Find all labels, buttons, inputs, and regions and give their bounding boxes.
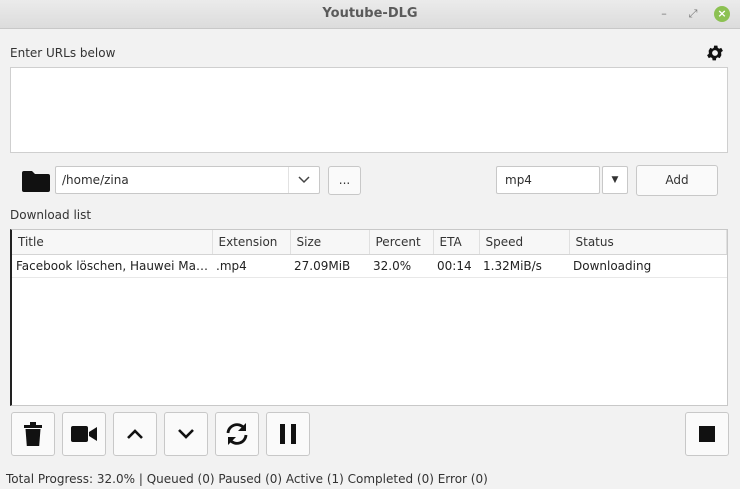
move-up-button[interactable]	[113, 412, 157, 456]
close-icon[interactable]: ×	[714, 6, 730, 22]
folder-icon[interactable]	[22, 170, 50, 192]
pause-button[interactable]	[266, 412, 310, 456]
window-title: Youtube-DLG	[322, 6, 418, 21]
column-percent[interactable]: Percent	[369, 230, 434, 255]
format-value: mp4	[505, 173, 532, 187]
chevron-up-icon	[127, 429, 143, 439]
column-speed[interactable]: Speed	[479, 230, 570, 255]
browse-button[interactable]: ...	[328, 166, 361, 195]
settings-gear-icon[interactable]	[705, 43, 725, 63]
add-button[interactable]: Add	[636, 165, 718, 196]
column-eta[interactable]: ETA	[433, 230, 480, 255]
table-row[interactable]: Facebook löschen, Hauwei Mate ... .mp4 2…	[12, 254, 727, 278]
minimize-icon[interactable]: –	[656, 6, 672, 22]
download-list[interactable]: Title Extension Size Percent ETA Speed S…	[10, 229, 728, 406]
stop-icon	[699, 426, 715, 442]
restore-icon[interactable]: ⤢	[685, 6, 701, 22]
reload-button[interactable]	[215, 412, 259, 456]
play-button[interactable]	[62, 412, 106, 456]
column-extension[interactable]: Extension	[212, 230, 291, 255]
row-size: 27.09MiB	[290, 254, 369, 278]
move-down-button[interactable]	[164, 412, 208, 456]
chevron-down-icon[interactable]	[288, 167, 319, 193]
save-path-value: /home/zina	[62, 173, 129, 187]
status-bar: Total Progress: 32.0% | Queued (0) Pause…	[6, 472, 488, 486]
video-camera-icon	[71, 426, 97, 442]
list-header: Title Extension Size Percent ETA Speed S…	[12, 230, 727, 255]
row-speed: 1.32MiB/s	[479, 254, 569, 278]
urls-label: Enter URLs below	[10, 46, 116, 60]
pause-icon	[280, 424, 296, 444]
save-path-combobox[interactable]: /home/zina	[55, 166, 320, 194]
delete-button[interactable]	[11, 412, 55, 456]
format-dropdown-arrow-icon[interactable]: ▼	[602, 166, 628, 194]
column-status[interactable]: Status	[569, 230, 727, 255]
title-bar: Youtube-DLG – ⤢ ×	[0, 0, 740, 29]
format-combobox[interactable]: mp4	[496, 166, 600, 194]
column-size[interactable]: Size	[290, 230, 370, 255]
row-extension: .mp4	[212, 254, 290, 278]
download-list-label: Download list	[10, 208, 92, 222]
row-eta: 00:14	[433, 254, 479, 278]
row-title: Facebook löschen, Hauwei Mate ...	[12, 254, 212, 278]
column-title[interactable]: Title	[12, 230, 213, 255]
trash-icon	[24, 422, 42, 446]
row-percent: 32.0%	[369, 254, 433, 278]
row-status: Downloading	[569, 254, 727, 278]
url-input[interactable]	[10, 67, 728, 153]
chevron-down-icon	[178, 429, 194, 439]
stop-button[interactable]	[685, 412, 729, 456]
reload-icon	[226, 423, 248, 445]
